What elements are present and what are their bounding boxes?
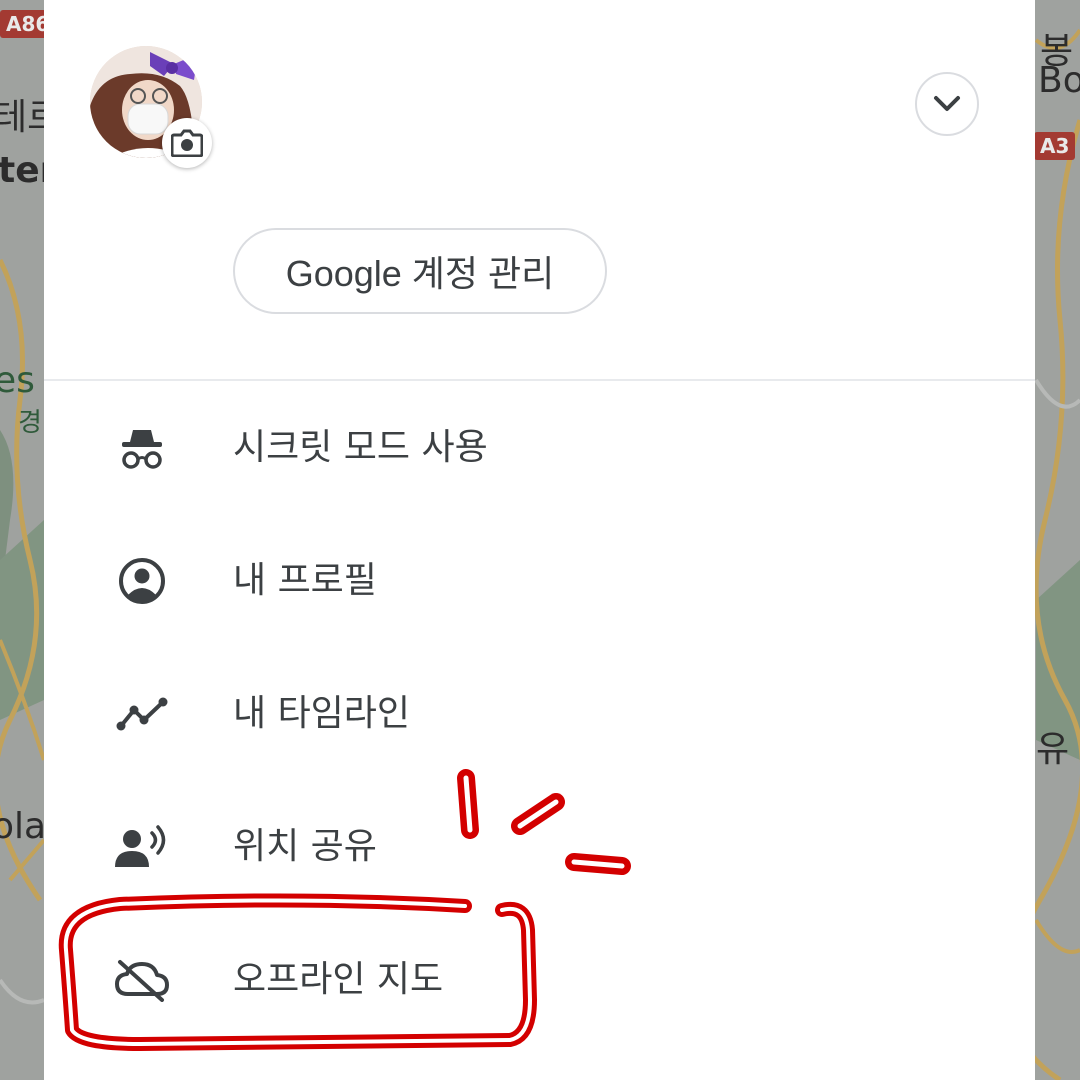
road-badge-a3: A3 [1034, 132, 1076, 160]
menu-item-profile[interactable]: 내 프로필 [44, 526, 1035, 636]
account-circle-icon [114, 553, 170, 609]
incognito-icon [114, 420, 170, 476]
map-label: es [0, 360, 35, 401]
menu-item-label: 오프라인 지도 [233, 959, 444, 1000]
account-drawer: Google 계정 관리 시크릿 모드 사용 내 프로필 내 타임라인 위치 공… [44, 0, 1035, 1080]
map-label: 경 [18, 408, 42, 438]
menu-item-location-sharing[interactable]: 위치 공유 [44, 792, 1035, 902]
manage-google-account-button[interactable]: Google 계정 관리 [233, 228, 607, 314]
menu-item-label: 내 타임라인 [233, 693, 411, 734]
account-expand-button[interactable] [915, 72, 979, 136]
menu-item-label: 위치 공유 [233, 826, 377, 867]
camera-icon [171, 129, 203, 157]
location-sharing-icon [114, 819, 170, 875]
timeline-icon [114, 686, 170, 742]
camera-button[interactable] [162, 118, 212, 168]
cloud-off-icon [114, 952, 170, 1008]
menu-item-timeline[interactable]: 내 타임라인 [44, 659, 1035, 769]
divider [44, 379, 1035, 381]
chevron-down-icon [934, 96, 960, 111]
screen: A86 A3 테르 ter es 경 olay 봉 Bor 유 [0, 0, 1080, 1080]
menu-item-label: 내 프로필 [233, 560, 377, 601]
menu-item-incognito[interactable]: 시크릿 모드 사용 [44, 393, 1035, 503]
menu-item-label: 시크릿 모드 사용 [233, 427, 488, 468]
map-label: Bor [1038, 60, 1080, 101]
map-label: 유 [1036, 729, 1070, 770]
menu-item-offline-maps[interactable]: 오프라인 지도 [44, 925, 1035, 1035]
